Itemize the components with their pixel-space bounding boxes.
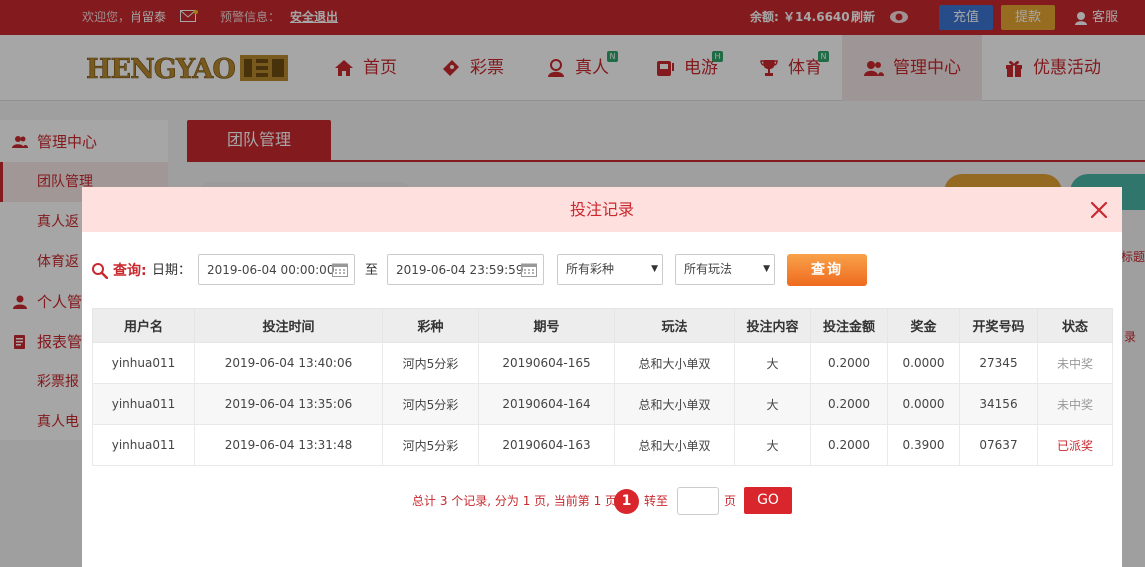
table-row: yinhua011 2019-06-04 13:35:06 河内5分彩 2019… bbox=[92, 383, 1113, 425]
caret-down-icon: ▼ bbox=[651, 264, 658, 274]
pagination: 总计 3 个记录, 分为 1 页, 当前第 1 页 1 转至 页 GO bbox=[82, 487, 1122, 515]
cell-play: 总和大小单双 bbox=[614, 424, 735, 466]
query-label: 查询: bbox=[113, 263, 147, 279]
cell-bonus: 0.0000 bbox=[887, 342, 960, 384]
calendar-icon[interactable] bbox=[332, 262, 348, 277]
col-bonus: 奖金 bbox=[887, 308, 960, 343]
table-row: yinhua011 2019-06-04 13:40:06 河内5分彩 2019… bbox=[92, 342, 1113, 384]
cell-amount: 0.2000 bbox=[810, 424, 888, 466]
cell-bet-time: 2019-06-04 13:40:06 bbox=[194, 342, 383, 384]
go-button[interactable]: GO bbox=[744, 487, 792, 514]
cell-content: 大 bbox=[734, 424, 811, 466]
close-icon[interactable] bbox=[1090, 201, 1108, 219]
cell-play: 总和大小单双 bbox=[614, 342, 735, 384]
cell-status: 未中奖 bbox=[1037, 342, 1113, 384]
cell-issue: 20190604-164 bbox=[478, 383, 615, 425]
table-row: yinhua011 2019-06-04 13:31:48 河内5分彩 2019… bbox=[92, 424, 1113, 466]
table-header: 用户名 投注时间 彩种 期号 玩法 投注内容 投注金额 奖金 开奖号码 状态 bbox=[92, 308, 1113, 343]
cell-issue: 20190604-165 bbox=[478, 342, 615, 384]
cell-amount: 0.2000 bbox=[810, 383, 888, 425]
bet-record-modal: 投注记录 查询: 日期： 至 所有彩种▼ 所有玩法▼ 查询 用户名 投注时间 彩… bbox=[82, 187, 1122, 567]
col-bet-time: 投注时间 bbox=[194, 308, 383, 343]
bet-record-table: 用户名 投注时间 彩种 期号 玩法 投注内容 投注金额 奖金 开奖号码 状态 y… bbox=[92, 308, 1113, 466]
modal-header: 投注记录 bbox=[82, 187, 1122, 232]
calendar-icon[interactable] bbox=[521, 262, 537, 277]
col-issue: 期号 bbox=[478, 308, 615, 343]
col-username: 用户名 bbox=[92, 308, 195, 343]
cell-lottery: 河内5分彩 bbox=[382, 342, 479, 384]
col-content: 投注内容 bbox=[734, 308, 811, 343]
cell-draw-number: 27345 bbox=[959, 342, 1038, 384]
col-status: 状态 bbox=[1037, 308, 1113, 343]
cell-lottery: 河内5分彩 bbox=[382, 424, 479, 466]
pagination-summary: 总计 3 个记录, 分为 1 页, 当前第 1 页 bbox=[412, 494, 618, 508]
cell-username: yinhua011 bbox=[92, 342, 195, 384]
page-number-button[interactable]: 1 bbox=[614, 489, 639, 514]
col-play: 玩法 bbox=[614, 308, 735, 343]
search-icon bbox=[92, 263, 108, 279]
cell-bonus: 0.3900 bbox=[887, 424, 960, 466]
cell-draw-number: 07637 bbox=[959, 424, 1038, 466]
play-type-select[interactable]: 所有玩法 ▼ bbox=[675, 254, 775, 285]
cell-draw-number: 34156 bbox=[959, 383, 1038, 425]
cell-content: 大 bbox=[734, 342, 811, 384]
cell-lottery: 河内5分彩 bbox=[382, 383, 479, 425]
cell-status: 未中奖 bbox=[1037, 383, 1113, 425]
cell-play: 总和大小单双 bbox=[614, 383, 735, 425]
cell-username: yinhua011 bbox=[92, 383, 195, 425]
col-lottery: 彩种 bbox=[382, 308, 479, 343]
cell-bonus: 0.0000 bbox=[887, 383, 960, 425]
col-amount: 投注金额 bbox=[810, 308, 888, 343]
goto-page-input[interactable] bbox=[677, 487, 719, 515]
page-label: 页 bbox=[724, 494, 737, 508]
query-button[interactable]: 查询 bbox=[787, 254, 867, 286]
caret-down-icon: ▼ bbox=[763, 264, 770, 274]
lottery-select[interactable]: 所有彩种 ▼ bbox=[557, 254, 663, 285]
cell-bet-time: 2019-06-04 13:31:48 bbox=[194, 424, 383, 466]
cell-status: 已派奖 bbox=[1037, 424, 1113, 466]
to-label: 至 bbox=[365, 263, 379, 278]
date-label: 日期： bbox=[152, 263, 192, 278]
cell-bet-time: 2019-06-04 13:35:06 bbox=[194, 383, 383, 425]
cell-issue: 20190604-163 bbox=[478, 424, 615, 466]
cell-username: yinhua011 bbox=[92, 424, 195, 466]
col-draw-number: 开奖号码 bbox=[959, 308, 1038, 343]
goto-label: 转至 bbox=[644, 494, 669, 508]
modal-title: 投注记录 bbox=[569, 200, 634, 219]
cell-content: 大 bbox=[734, 383, 811, 425]
filter-bar: 查询: 日期： 至 所有彩种▼ 所有玩法▼ 查询 bbox=[82, 254, 1122, 288]
cell-amount: 0.2000 bbox=[810, 342, 888, 384]
